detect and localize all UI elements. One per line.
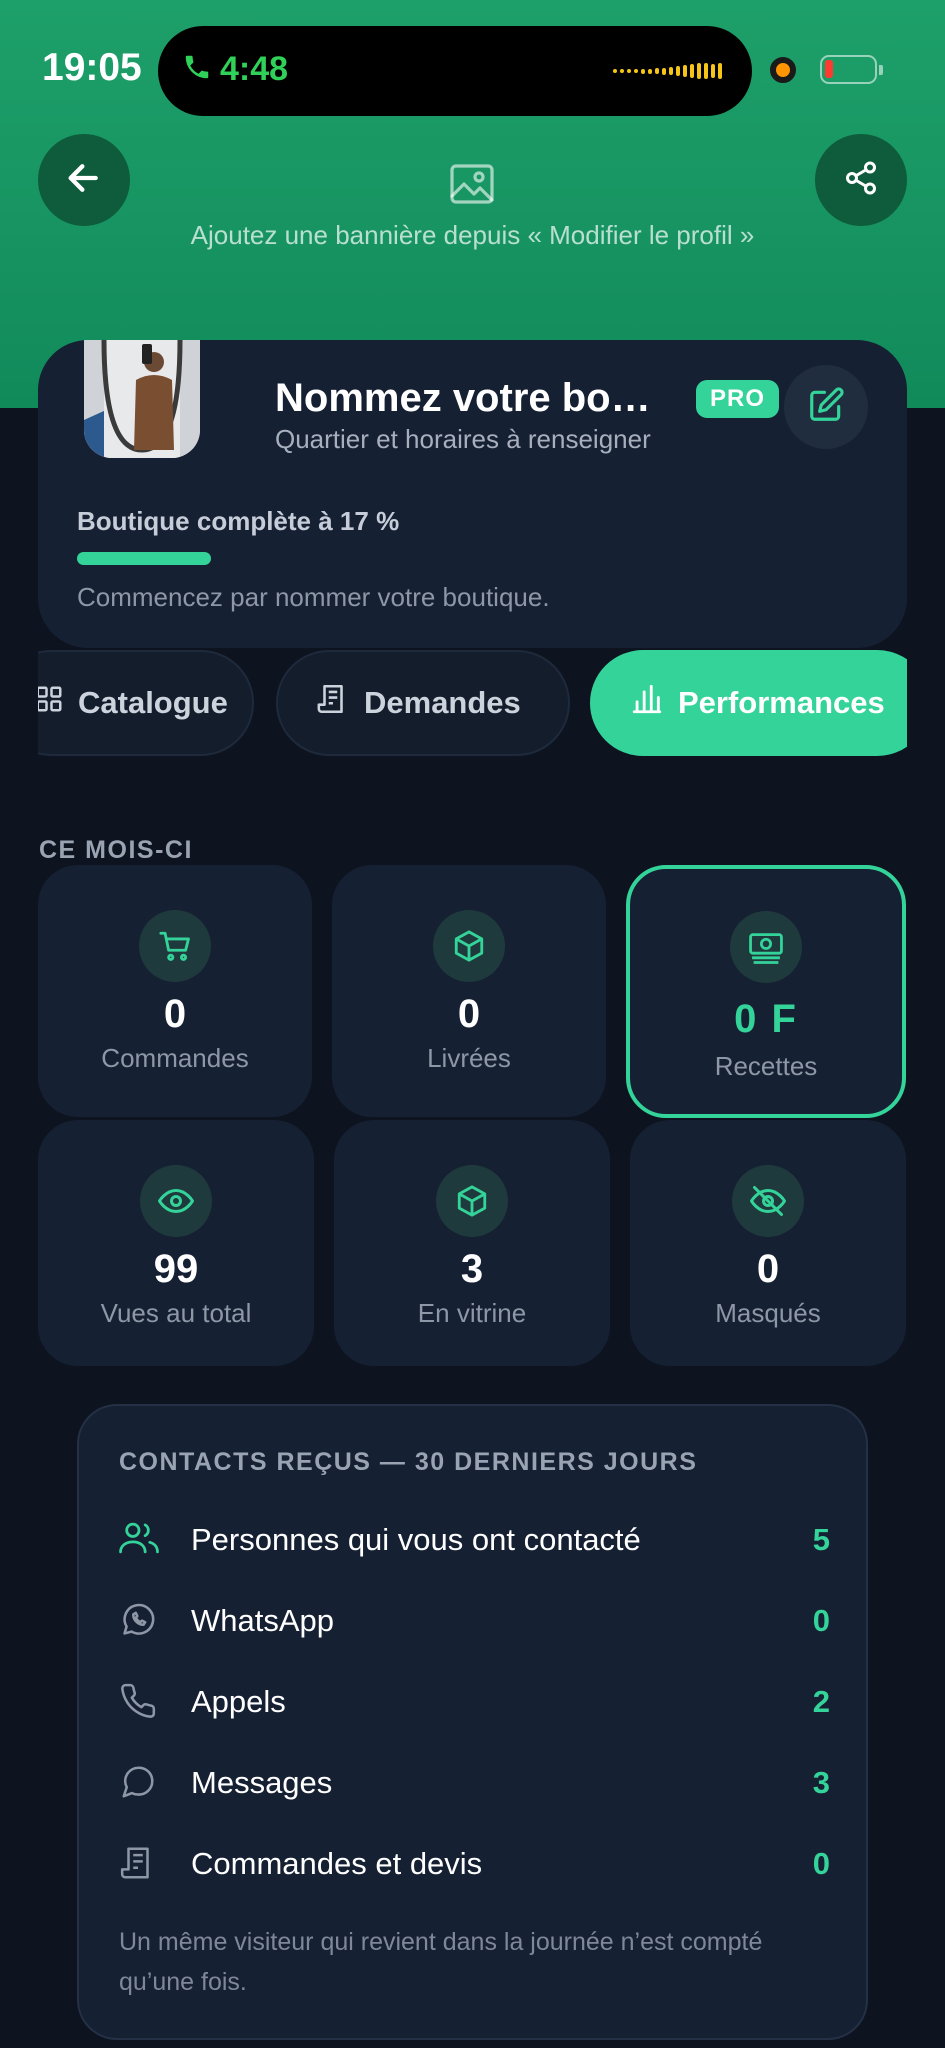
contacts-row-label: Personnes qui vous ont contacté xyxy=(191,1522,641,1557)
contacts-row-label: Messages xyxy=(191,1765,333,1800)
section-label-this-month: CE MOIS-CI xyxy=(39,836,193,864)
contacts-row-label: WhatsApp xyxy=(191,1603,335,1638)
contacts-row-orders[interactable]: Commandes et devis 0 xyxy=(119,1838,830,1888)
phone-call-icon xyxy=(182,50,212,89)
contacts-row-people[interactable]: Personnes qui vous ont contacté 5 xyxy=(119,1514,830,1564)
shop-subtitle: Quartier et horaires à renseigner xyxy=(275,424,651,454)
stat-value: 0 xyxy=(756,1247,780,1291)
arrow-left-icon xyxy=(64,158,104,203)
dynamic-island[interactable]: 4:48 xyxy=(158,26,752,116)
stat-label: En vitrine xyxy=(417,1298,527,1328)
tab-label: Performances xyxy=(678,685,885,720)
contacts-row-count: 2 xyxy=(812,1684,830,1719)
contacts-row-count: 0 xyxy=(812,1846,830,1881)
contacts-row-whatsapp[interactable]: WhatsApp 0 xyxy=(119,1595,830,1645)
share-icon xyxy=(843,160,879,201)
audio-waveform-icon xyxy=(613,59,722,83)
eye-off-icon xyxy=(732,1165,804,1237)
stat-value: 99 xyxy=(153,1247,199,1291)
tab-bar: Catalogue Demandes Performances xyxy=(38,650,907,756)
stat-card-vitrine[interactable]: 3 En vitrine xyxy=(334,1120,610,1366)
contacts-row-count: 0 xyxy=(812,1603,830,1638)
status-time: 19:05 xyxy=(42,46,142,89)
receipt-icon xyxy=(119,1844,157,1887)
receipt-icon xyxy=(316,682,350,724)
completion-hint: Commencez par nommer votre boutique. xyxy=(77,582,550,612)
pro-badge: PRO xyxy=(696,380,780,418)
cart-icon xyxy=(139,910,211,982)
battery-icon xyxy=(820,55,883,84)
stat-value: 0 xyxy=(163,992,187,1036)
stat-label: Vues au total xyxy=(100,1298,252,1328)
box-icon xyxy=(436,1165,508,1237)
image-icon xyxy=(448,162,496,211)
box-icon xyxy=(433,910,505,982)
stat-value: 0 xyxy=(457,992,481,1036)
users-icon xyxy=(119,1520,159,1561)
contacts-card: CONTACTS REÇUS — 30 DERNIERS JOURS Perso… xyxy=(77,1404,868,2040)
stat-card-recettes[interactable]: 0 F Recettes xyxy=(626,865,906,1118)
stat-card-masques[interactable]: 0 Masqués xyxy=(630,1120,906,1366)
contacts-row-count: 3 xyxy=(812,1765,830,1800)
back-button[interactable] xyxy=(38,134,130,226)
message-icon xyxy=(119,1763,157,1806)
recording-indicator-icon xyxy=(770,57,796,83)
stat-value: 3 xyxy=(460,1247,484,1291)
contacts-row-count: 5 xyxy=(812,1522,830,1557)
stat-card-commandes[interactable]: 0 Commandes xyxy=(38,865,312,1117)
contacts-row-messages[interactable]: Messages 3 xyxy=(119,1757,830,1807)
banknote-icon xyxy=(730,911,802,983)
stat-card-vues[interactable]: 99 Vues au total xyxy=(38,1120,314,1366)
tab-catalogue[interactable]: Catalogue xyxy=(38,650,254,756)
tab-performances[interactable]: Performances xyxy=(590,650,907,756)
contacts-note: Un même visiteur qui revient dans la jou… xyxy=(119,1928,763,1996)
edit-profile-button[interactable] xyxy=(784,365,868,449)
tab-label: Demandes xyxy=(364,685,521,720)
contacts-row-calls[interactable]: Appels 2 xyxy=(119,1676,830,1726)
share-button[interactable] xyxy=(815,134,907,226)
eye-icon xyxy=(140,1165,212,1237)
avatar[interactable] xyxy=(84,340,200,458)
whatsapp-icon xyxy=(119,1601,157,1644)
stat-value: 0 F xyxy=(734,997,798,1041)
profile-card: Nommez votre bo… PRO Quartier et horaire… xyxy=(38,340,907,648)
contacts-row-label: Appels xyxy=(191,1684,286,1719)
contacts-row-label: Commandes et devis xyxy=(191,1846,483,1881)
stat-label: Masqués xyxy=(715,1298,821,1328)
call-duration: 4:48 xyxy=(220,50,289,88)
grid-icon xyxy=(38,684,64,722)
bar-chart-icon xyxy=(630,682,664,724)
completion-label: Boutique complète à 17 % xyxy=(77,506,400,536)
stat-card-livrees[interactable]: 0 Livrées xyxy=(332,865,606,1117)
completion-progress-bar xyxy=(77,552,867,565)
contacts-title: CONTACTS REÇUS — 30 DERNIERS JOURS xyxy=(119,1448,698,1476)
shop-name: Nommez votre bo… xyxy=(275,376,651,420)
phone-icon xyxy=(119,1682,157,1725)
tab-label: Catalogue xyxy=(78,685,228,720)
completion-progress-fill xyxy=(77,552,212,565)
banner-hint: Ajoutez une bannière depuis « Modifier l… xyxy=(190,220,755,250)
edit-icon xyxy=(807,386,845,429)
tab-demandes[interactable]: Demandes xyxy=(276,650,570,756)
stat-label: Livrées xyxy=(427,1043,511,1073)
stat-label: Commandes xyxy=(101,1043,249,1073)
stat-label: Recettes xyxy=(714,1051,818,1081)
